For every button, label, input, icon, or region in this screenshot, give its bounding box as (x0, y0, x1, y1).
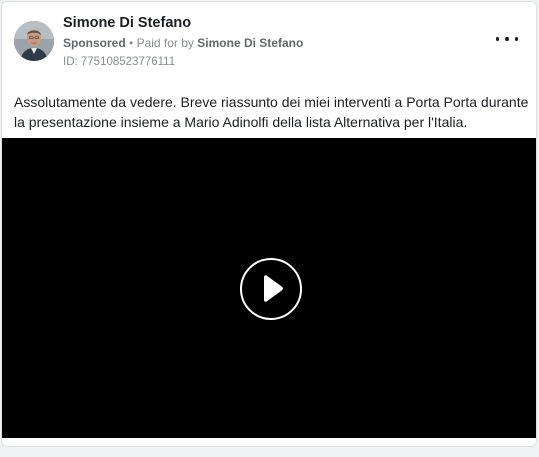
separator: • (129, 36, 134, 50)
ad-id: ID: 775108523776111 (63, 56, 176, 68)
paid-for-name[interactable]: Simone Di Stefano (197, 36, 303, 50)
author-name[interactable]: Simone Di Stefano (63, 15, 191, 31)
more-dot (496, 37, 500, 41)
sponsored-line: Sponsored • Paid for by Simone Di Stefan… (63, 36, 303, 50)
ad-card: Simone Di Stefano Sponsored • Paid for b… (1, 1, 537, 447)
post-body-text: Assolutamente da vedere. Breve riassunto… (14, 94, 529, 130)
more-dot (514, 37, 518, 41)
paid-for-label: Paid for by (136, 36, 194, 50)
play-icon[interactable] (240, 258, 302, 320)
more-dot (505, 37, 509, 41)
post-header: Simone Di Stefano Sponsored • Paid for b… (2, 2, 536, 82)
more-options-icon[interactable] (496, 32, 518, 46)
avatar[interactable] (14, 21, 54, 61)
sponsored-label: Sponsored (63, 36, 126, 50)
video-player[interactable] (2, 138, 536, 438)
